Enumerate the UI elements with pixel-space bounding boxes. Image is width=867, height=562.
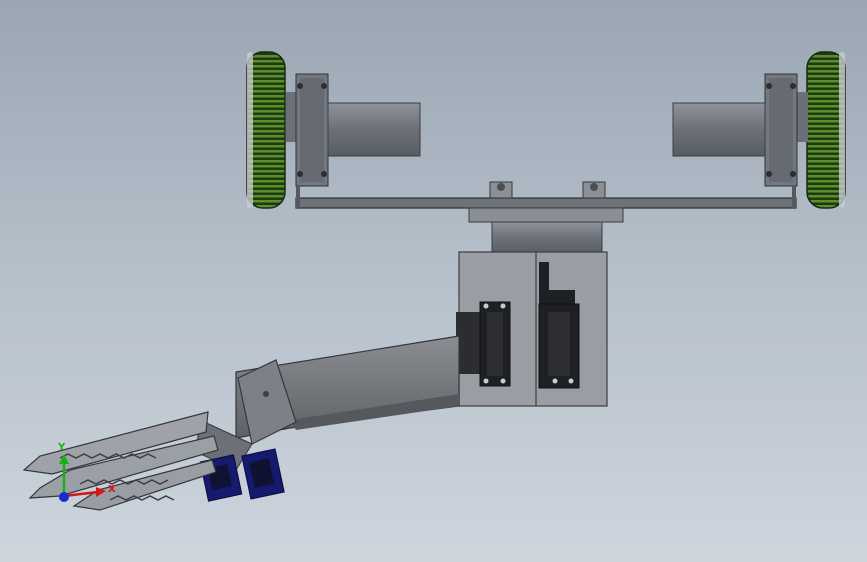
cad-viewport[interactable]: Y X bbox=[0, 0, 867, 562]
arm-beam bbox=[195, 335, 460, 471]
left-wheel bbox=[246, 51, 286, 209]
triad-x-label: X bbox=[108, 484, 116, 495]
z-axis-dot bbox=[59, 492, 69, 502]
turntable bbox=[468, 207, 624, 255]
left-motor bbox=[286, 73, 421, 187]
right-motor bbox=[672, 73, 808, 187]
servo-housing bbox=[456, 251, 608, 407]
triad-y-label: Y bbox=[58, 442, 66, 453]
robot-model bbox=[22, 51, 846, 511]
axle-frame bbox=[295, 181, 797, 209]
gripper bbox=[22, 411, 219, 511]
right-wheel bbox=[806, 51, 846, 209]
